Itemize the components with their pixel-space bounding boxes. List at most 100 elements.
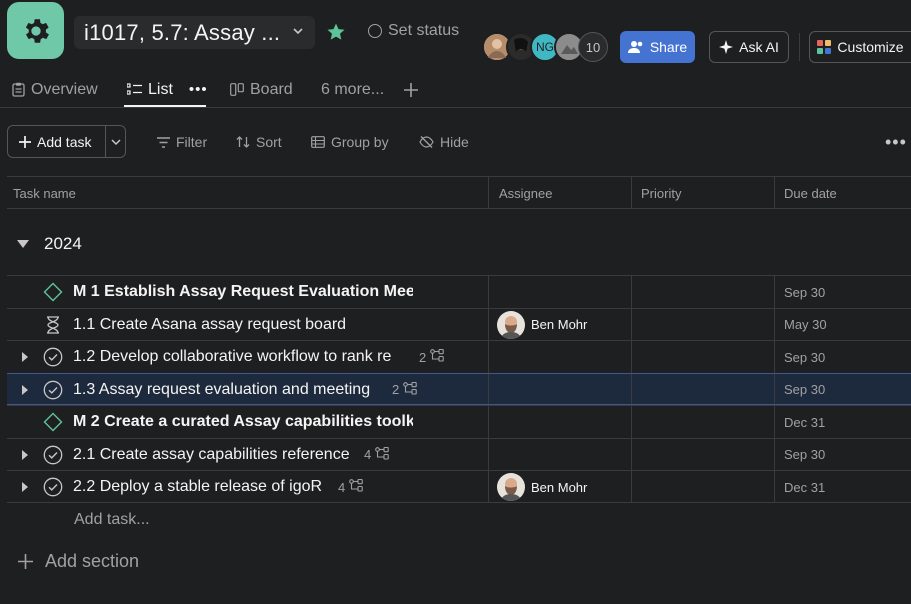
task-name[interactable]: M 2 Create a curated Assay capabilities … xyxy=(73,406,413,438)
cell-divider xyxy=(488,373,489,404)
column-divider[interactable] xyxy=(774,177,775,208)
project-title-dropdown[interactable]: i1017, 5.7: Assay ... xyxy=(74,16,315,49)
subtask-count-value: 4 xyxy=(338,479,346,495)
complete-check-icon[interactable] xyxy=(43,347,63,367)
tab-more[interactable]: 6 more... xyxy=(321,72,384,107)
column-header-priority[interactable]: Priority xyxy=(635,177,681,209)
task-name[interactable]: 2.2 Deploy a stable release of igoR xyxy=(73,471,322,503)
plus-icon xyxy=(404,82,418,97)
project-header: i1017, 5.7: Assay ... Set status NG 10 S… xyxy=(0,0,911,70)
add-task-inline[interactable]: Add task... xyxy=(74,511,150,529)
people-icon xyxy=(627,41,643,53)
due-date[interactable]: May 30 xyxy=(784,309,827,341)
column-divider[interactable] xyxy=(631,177,632,208)
column-header-assignee[interactable]: Assignee xyxy=(493,177,552,209)
milestone-icon[interactable] xyxy=(43,282,63,302)
complete-check-icon[interactable] xyxy=(43,477,63,497)
more-options-icon[interactable]: ••• xyxy=(885,132,907,153)
priority-cell[interactable] xyxy=(633,341,773,373)
task-name[interactable]: 1.1 Create Asana assay request board xyxy=(73,309,346,341)
subtask-count[interactable]: 4 xyxy=(364,439,389,471)
chevron-down-icon xyxy=(293,28,303,35)
group-icon xyxy=(311,136,325,148)
clipboard-icon xyxy=(12,82,25,97)
share-button[interactable]: Share xyxy=(620,31,695,63)
project-title: i1017, 5.7: Assay ... xyxy=(84,19,279,45)
cell-divider xyxy=(774,373,775,404)
tab-overview[interactable]: Overview xyxy=(12,72,98,107)
chevron-down-icon xyxy=(110,138,121,145)
due-date[interactable]: Sep 30 xyxy=(784,374,825,406)
subtask-count-value: 4 xyxy=(364,447,372,462)
add-task-button[interactable]: Add task xyxy=(8,126,106,157)
priority-cell[interactable] xyxy=(633,374,773,406)
due-date[interactable]: Dec 31 xyxy=(784,471,825,503)
customize-grid-icon xyxy=(817,40,832,54)
hourglass-icon[interactable] xyxy=(43,315,63,335)
table-row[interactable]: 1.3 Assay request evaluation and meeting… xyxy=(7,372,911,406)
customize-button[interactable]: Customize xyxy=(809,31,911,63)
table-row[interactable]: M 2 Create a curated Assay capabilities … xyxy=(7,405,911,438)
cell-divider xyxy=(774,341,775,373)
table-row[interactable]: 2.1 Create assay capabilities reference 4… xyxy=(7,437,911,471)
project-app-icon[interactable] xyxy=(7,2,64,59)
subtask-count[interactable]: 2 xyxy=(392,374,417,406)
table-row[interactable]: 1.1 Create Asana assay request board Ben … xyxy=(7,307,911,341)
subtask-count[interactable]: 4 xyxy=(338,471,363,503)
table-row[interactable]: M 1 Establish Assay Request Evaluation M… xyxy=(7,275,911,308)
tab-board[interactable]: Board xyxy=(230,72,293,107)
task-name[interactable]: 2.1 Create assay capabilities reference xyxy=(73,439,350,471)
table-row[interactable]: 1.2 Develop collaborative workflow to ra… xyxy=(7,340,911,373)
priority-cell[interactable] xyxy=(633,439,773,471)
assignee-cell[interactable]: Ben Mohr xyxy=(497,309,587,341)
ask-ai-button[interactable]: Ask AI xyxy=(709,31,789,63)
task-name[interactable]: 1.2 Develop collaborative workflow to ra… xyxy=(73,341,391,373)
assignee-cell[interactable]: Ben Mohr xyxy=(497,471,587,503)
assignee-name: Ben Mohr xyxy=(531,317,588,332)
cell-divider xyxy=(488,471,489,502)
cell-divider xyxy=(774,406,775,438)
add-tab-button[interactable] xyxy=(403,72,419,107)
star-icon[interactable] xyxy=(326,22,346,42)
filter-button[interactable]: Filter xyxy=(157,134,207,150)
due-date[interactable]: Sep 30 xyxy=(784,276,825,308)
avatar xyxy=(497,310,525,339)
sort-button[interactable]: Sort xyxy=(236,134,282,150)
column-header-task-name[interactable]: Task name xyxy=(7,177,76,209)
complete-check-icon[interactable] xyxy=(43,445,63,465)
due-date[interactable]: Sep 30 xyxy=(784,341,825,373)
task-name[interactable]: M 1 Establish Assay Request Evaluation M… xyxy=(73,276,413,308)
complete-check-icon[interactable] xyxy=(43,380,63,400)
tab-list[interactable]: List ••• xyxy=(127,72,208,107)
cell-divider xyxy=(774,308,775,340)
priority-cell[interactable] xyxy=(633,309,773,341)
priority-cell[interactable] xyxy=(633,471,773,503)
priority-cell[interactable] xyxy=(633,276,773,308)
share-label: Share xyxy=(649,39,688,55)
subtask-count[interactable]: 2 xyxy=(419,341,444,373)
task-list: M 1 Establish Assay Request Evaluation M… xyxy=(7,275,911,503)
expand-subtasks-icon[interactable] xyxy=(20,448,30,466)
column-divider[interactable] xyxy=(488,177,489,208)
add-section-button[interactable]: Add section xyxy=(18,551,139,572)
expand-subtasks-icon[interactable] xyxy=(20,350,30,368)
tab-options-icon[interactable]: ••• xyxy=(189,81,208,98)
due-date[interactable]: Sep 30 xyxy=(784,439,825,471)
milestone-icon[interactable] xyxy=(43,412,63,432)
expand-subtasks-icon[interactable] xyxy=(20,480,30,498)
due-date[interactable]: Dec 31 xyxy=(784,406,825,438)
expand-subtasks-icon[interactable] xyxy=(20,383,30,401)
table-row[interactable]: 2.2 Deploy a stable release of igoR 4 Ben … xyxy=(7,470,911,503)
column-header-due-date[interactable]: Due date xyxy=(778,177,837,209)
group-by-button[interactable]: Group by xyxy=(311,134,389,150)
section-header[interactable]: 2024 xyxy=(16,234,82,254)
task-name[interactable]: 1.3 Assay request evaluation and meeting xyxy=(73,374,370,406)
set-status-button[interactable]: Set status xyxy=(368,22,459,40)
header-divider xyxy=(799,33,800,61)
hide-button[interactable]: Hide xyxy=(419,134,469,150)
subtask-count-value: 2 xyxy=(419,349,427,365)
triangle-down-icon[interactable] xyxy=(16,239,30,249)
add-task-dropdown[interactable] xyxy=(106,126,125,157)
eye-off-icon xyxy=(419,136,434,148)
priority-cell[interactable] xyxy=(633,406,773,438)
